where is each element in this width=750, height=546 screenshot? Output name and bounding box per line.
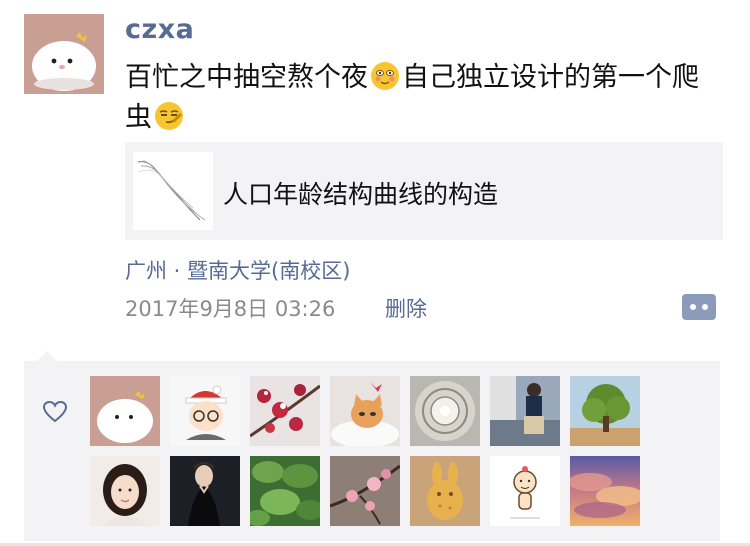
kitten-icon [330, 376, 400, 446]
liker-avatar[interactable] [570, 376, 640, 446]
dumpling-avatar-icon [90, 376, 160, 446]
cartoon-doodle-icon [490, 456, 560, 526]
liker-avatar[interactable] [330, 376, 400, 446]
liker-avatar[interactable] [170, 376, 240, 446]
plum-blossom-icon [330, 456, 400, 526]
liker-avatar[interactable] [170, 456, 240, 526]
poster-avatar[interactable] [24, 14, 104, 94]
liker-avatar[interactable] [410, 456, 480, 526]
link-title: 人口年龄结构曲线的构造 [223, 180, 499, 209]
post-timestamp: 2017年9月8日 03:26 [125, 297, 336, 321]
population-curve-icon [137, 159, 206, 221]
bunny-cookie-icon [410, 456, 480, 526]
liker-avatar[interactable] [490, 456, 560, 526]
delete-button[interactable]: 删除 [385, 293, 427, 323]
post-text: 百忙之中抽空熬个夜 自己独立设计的第一个爬虫 [125, 58, 725, 138]
woman-dark-dress-icon [170, 456, 240, 526]
post-text-part1: 百忙之中抽空熬个夜 [125, 62, 368, 93]
red-flowers-snow-icon [250, 376, 320, 446]
link-thumbnail [133, 152, 213, 230]
shared-link-card[interactable]: 人口年龄结构曲线的构造 [125, 142, 723, 240]
liker-avatar[interactable] [250, 376, 320, 446]
blush-emoji-icon [371, 62, 399, 90]
girl-portrait-icon [90, 456, 160, 526]
lotus-leaves-icon [250, 456, 320, 526]
cartoon-boy-santa-hat-icon [170, 376, 240, 446]
liker-avatar[interactable] [330, 456, 400, 526]
liker-avatar[interactable] [250, 456, 320, 526]
tree-icon [570, 376, 640, 446]
username[interactable]: czxa [125, 14, 194, 45]
liker-avatar[interactable] [570, 456, 640, 526]
street-figure-icon [490, 376, 560, 446]
liker-avatar[interactable] [90, 456, 160, 526]
sunset-clouds-icon [570, 456, 640, 526]
dumpling-avatar-icon [24, 14, 104, 94]
dot-icon [702, 304, 708, 310]
dot-icon [690, 304, 696, 310]
liker-avatar[interactable] [490, 376, 560, 446]
smirk-emoji-icon [155, 102, 183, 130]
liker-avatar[interactable] [90, 376, 160, 446]
dome-ceiling-icon [410, 376, 480, 446]
comment-menu-button[interactable] [682, 294, 716, 320]
liker-avatar[interactable] [410, 376, 480, 446]
heart-outline-icon [42, 400, 68, 423]
location-link[interactable]: 广州 · 暨南大学(南校区) [125, 255, 350, 285]
